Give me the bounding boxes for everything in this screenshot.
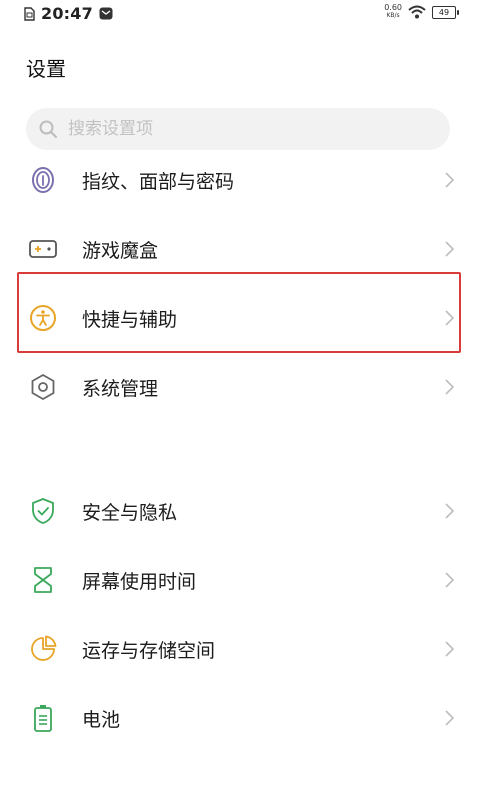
setting-ram-storage[interactable]: 运存与存储空间 [0,617,486,681]
battery-icon [28,703,58,733]
chevron-right-icon [445,710,455,726]
setting-shortcuts-accessibility[interactable]: 快捷与辅助 [0,286,486,350]
shield-check-icon [28,496,58,526]
status-bar: 20:47 0.60 KB/s 49 [0,0,486,28]
setting-security-privacy[interactable]: 安全与隐私 [0,479,486,543]
gamepad-icon [28,234,58,264]
chevron-right-icon [445,572,455,588]
chevron-right-icon [445,503,455,519]
chevron-right-icon [445,379,455,395]
setting-fingerprint-face-password[interactable]: 指纹、面部与密码 [0,148,486,212]
wifi-icon [408,5,426,19]
message-icon [99,7,113,20]
status-time: 20:47 [41,4,93,23]
chevron-right-icon [445,241,455,257]
page-title: 设置 [26,57,66,81]
setting-screen-time[interactable]: 屏幕使用时间 [0,548,486,612]
hexagon-settings-icon [28,372,58,402]
pie-chart-icon [28,634,58,664]
accessibility-icon [28,303,58,333]
net-speed: 0.60 KB/s [384,4,402,20]
setting-label: 屏幕使用时间 [82,570,197,593]
setting-label: 游戏魔盒 [82,239,159,262]
fingerprint-icon [28,165,58,195]
chevron-right-icon [445,310,455,326]
hourglass-icon [28,565,58,595]
sim-icon [24,6,35,21]
setting-battery[interactable]: 电池 [0,686,486,750]
setting-label: 快捷与辅助 [82,308,178,331]
chevron-right-icon [445,172,455,188]
net-speed-value: 0.60 [384,3,402,12]
search-icon [39,120,58,139]
status-right: 0.60 KB/s 49 [384,4,459,20]
setting-label: 电池 [82,708,121,731]
net-speed-unit: KB/s [386,12,400,19]
battery-level: 49 [438,7,450,17]
setting-label: 指纹、面部与密码 [82,170,235,193]
search-bar[interactable] [26,108,450,150]
search-input[interactable] [66,118,410,140]
setting-label: 安全与隐私 [82,501,178,524]
setting-system-management[interactable]: 系统管理 [0,355,486,419]
setting-label: 运存与存储空间 [82,639,216,662]
setting-label: 系统管理 [82,377,159,400]
chevron-right-icon [445,641,455,657]
battery-indicator: 49 [432,5,459,19]
status-left: 20:47 [24,4,113,23]
